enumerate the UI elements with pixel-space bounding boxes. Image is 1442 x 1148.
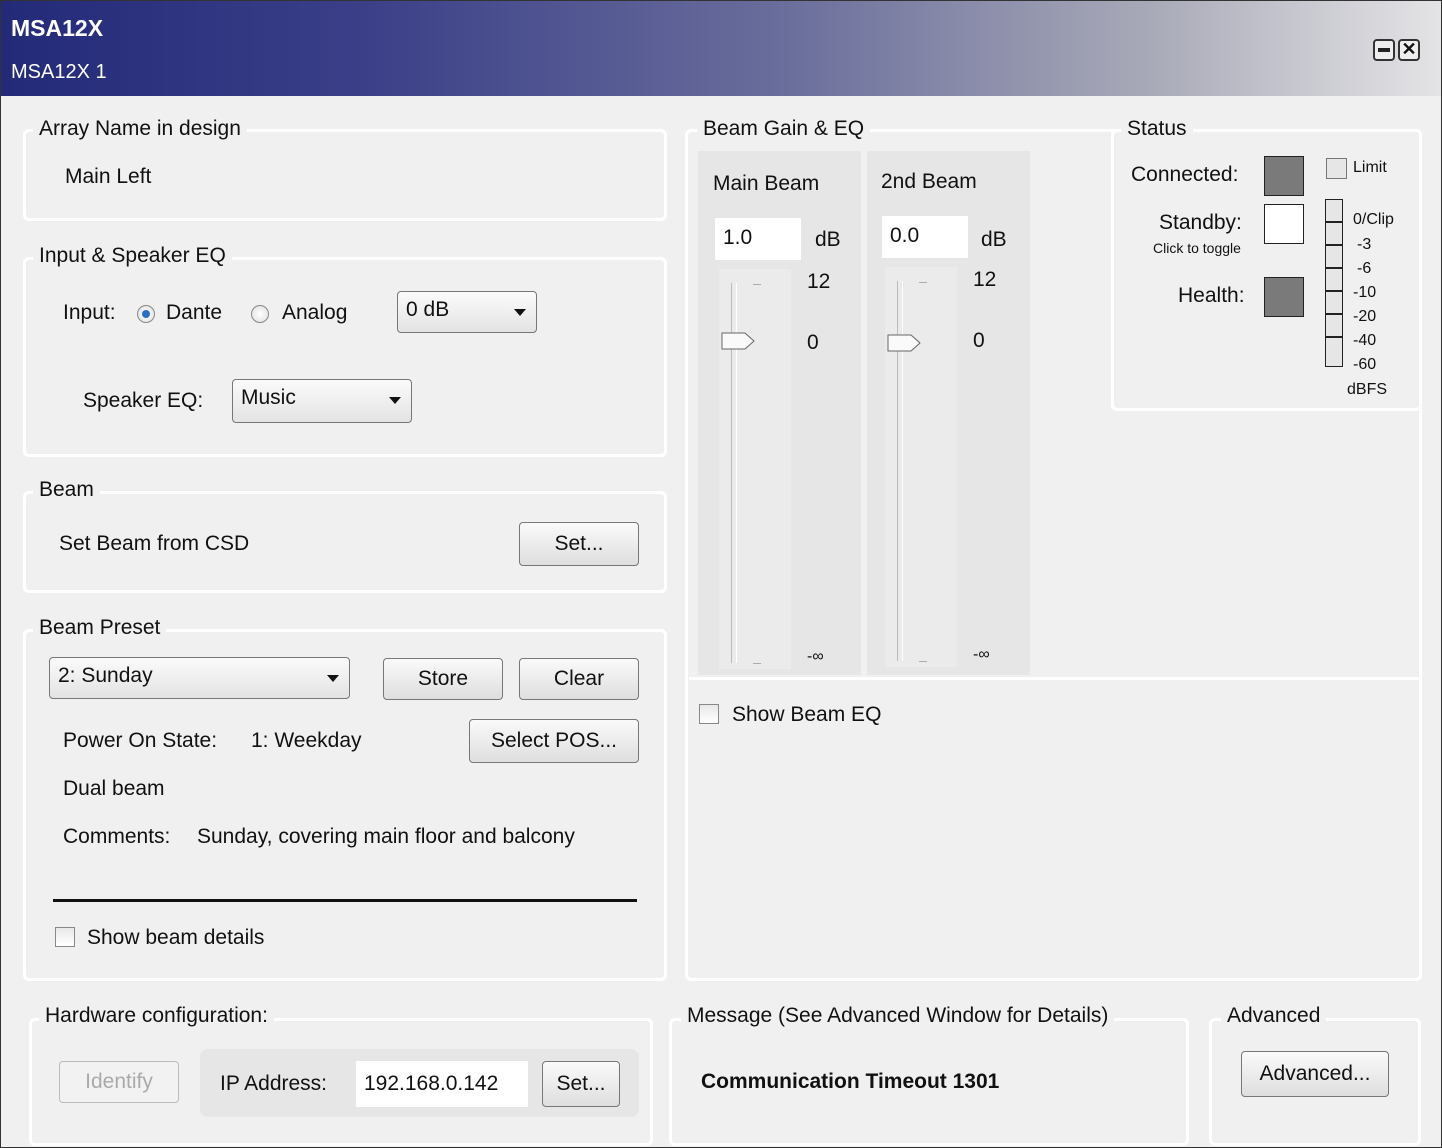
set-beam-text: Set Beam from CSD: [59, 532, 250, 555]
hardware-label: Hardware configuration:: [39, 1004, 274, 1028]
clear-button[interactable]: Clear: [519, 658, 639, 700]
health-label: Health:: [1178, 284, 1245, 307]
limit-label: Limit: [1353, 159, 1387, 176]
msa12x-window: MSA12X MSA12X 1 ✕ Array Name in design M…: [0, 0, 1442, 1148]
main-beam-scale-min: -∞: [807, 648, 824, 665]
main-beam-gain-input[interactable]: 1.0: [715, 218, 801, 260]
chevron-down-icon: [389, 397, 401, 404]
meter-label-40: -40: [1353, 332, 1377, 349]
speaker-eq-select[interactable]: Music: [232, 379, 412, 423]
speaker-eq-label: Speaker EQ:: [83, 389, 204, 412]
beam-label: Beam: [33, 478, 100, 502]
input-eq-label: Input & Speaker EQ: [33, 244, 232, 268]
identify-button[interactable]: Identify: [59, 1061, 179, 1103]
set-beam-button[interactable]: Set...: [519, 522, 639, 566]
array-name-value: Main Left: [65, 165, 152, 188]
speaker-eq-value: Music: [241, 386, 296, 409]
meter-segment: [1325, 222, 1343, 245]
standby-label: Standby:: [1159, 211, 1242, 234]
chevron-down-icon: [327, 675, 339, 682]
meter-segment: [1325, 337, 1343, 367]
main-beam-fader-thumb[interactable]: [721, 332, 755, 350]
preset-select[interactable]: 2: Sunday: [49, 657, 350, 699]
chevron-down-icon: [514, 309, 526, 316]
analog-radio[interactable]: [251, 305, 269, 323]
meter-label-10: -10: [1353, 284, 1377, 301]
meter-label-20: -20: [1353, 308, 1377, 325]
meter-label-3: -3: [1357, 236, 1372, 253]
beam-mode: Dual beam: [63, 777, 165, 800]
ip-address-input[interactable]: 192.168.0.142: [356, 1061, 528, 1107]
main-beam-fader-bg: [719, 269, 791, 669]
tick: [753, 284, 761, 285]
window-subtitle: MSA12X 1: [11, 61, 107, 83]
health-indicator: [1264, 277, 1304, 317]
input-eq-group: [23, 257, 667, 457]
tick: [753, 663, 761, 664]
beam-gain-label: Beam Gain & EQ: [697, 117, 871, 141]
message-label: Message (See Advanced Window for Details…: [681, 1004, 1115, 1028]
window-title: MSA12X: [11, 15, 104, 41]
analog-radio-label[interactable]: Analog: [282, 301, 347, 325]
meter-segment: [1325, 314, 1343, 337]
dante-radio[interactable]: [137, 305, 155, 323]
input-label: Input:: [63, 301, 116, 324]
show-beam-eq-checkbox[interactable]: [699, 704, 719, 724]
close-icon[interactable]: ✕: [1398, 39, 1420, 61]
comments-label: Comments:: [63, 825, 171, 848]
divider: [53, 899, 637, 902]
main-beam-scale-zero: 0: [807, 331, 819, 354]
advanced-button[interactable]: Advanced...: [1241, 1051, 1389, 1097]
beam-preset-label: Beam Preset: [33, 616, 167, 640]
limit-indicator: [1326, 158, 1347, 179]
show-beam-eq-label[interactable]: Show Beam EQ: [732, 703, 881, 727]
main-beam-unit: dB: [815, 228, 841, 251]
message-text: Communication Timeout 1301: [701, 1070, 1000, 1093]
array-name-label: Array Name in design: [33, 117, 247, 141]
meter-label-60: -60: [1353, 356, 1377, 373]
second-beam-fader-bg: [885, 267, 957, 667]
pos-value: 1: Weekday: [251, 729, 362, 752]
meter-label-clip: 0/Clip: [1353, 211, 1394, 228]
ip-set-button[interactable]: Set...: [542, 1061, 620, 1107]
status-label: Status: [1121, 117, 1193, 141]
preset-value: 2: Sunday: [58, 664, 153, 687]
pos-label: Power On State:: [63, 729, 218, 752]
second-beam-fader-thumb[interactable]: [887, 334, 921, 352]
meter-unit: dBFS: [1347, 381, 1388, 398]
meter-segment: [1325, 199, 1343, 222]
minimize-icon[interactable]: [1373, 39, 1395, 61]
main-beam-title: Main Beam: [713, 172, 820, 195]
comments-value: Sunday, covering main floor and balcony: [197, 825, 575, 848]
meter-segment: [1325, 268, 1343, 291]
meter-segment: [1325, 245, 1343, 268]
standby-hint: Click to toggle: [1153, 240, 1241, 256]
store-button[interactable]: Store: [383, 658, 503, 700]
meter-segment: [1325, 291, 1343, 314]
second-beam-gain-input[interactable]: 0.0: [882, 216, 968, 258]
second-beam-scale-max: 12: [973, 268, 997, 291]
title-bar[interactable]: MSA12X MSA12X 1 ✕: [1, 1, 1441, 96]
tick: [919, 661, 927, 662]
second-beam-title: 2nd Beam: [881, 170, 977, 193]
second-beam-scale-zero: 0: [973, 329, 985, 352]
second-beam-scale-min: -∞: [973, 646, 990, 663]
dante-radio-label[interactable]: Dante: [166, 301, 222, 325]
standby-toggle[interactable]: [1264, 204, 1304, 244]
select-pos-button[interactable]: Select POS...: [469, 719, 639, 763]
tick: [919, 282, 927, 283]
meter-label-6: -6: [1357, 260, 1372, 277]
input-gain-value: 0 dB: [406, 298, 450, 321]
show-beam-details-checkbox[interactable]: [55, 927, 75, 947]
gain-divider: [689, 677, 1420, 680]
input-gain-select[interactable]: 0 dB: [397, 291, 537, 333]
advanced-label: Advanced: [1221, 1004, 1327, 1028]
connected-label: Connected:: [1131, 163, 1239, 186]
ip-label: IP Address:: [220, 1072, 328, 1095]
show-beam-details-label[interactable]: Show beam details: [87, 926, 264, 950]
main-beam-scale-max: 12: [807, 270, 831, 293]
second-beam-unit: dB: [981, 228, 1007, 251]
connected-indicator: [1264, 156, 1304, 196]
